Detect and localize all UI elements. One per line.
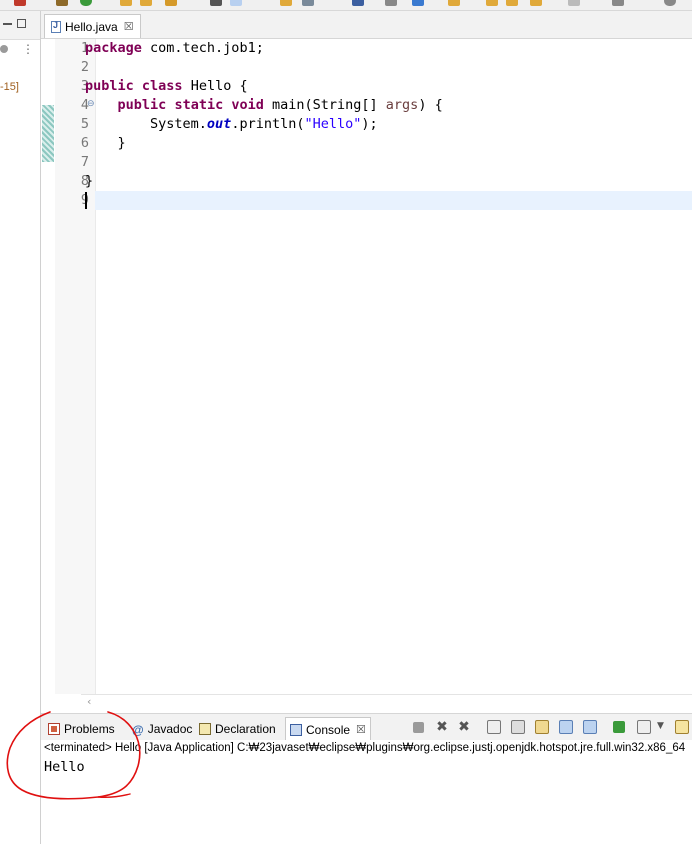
code-token: args	[385, 97, 419, 113]
console-icon	[290, 723, 302, 736]
search-icon[interactable]	[664, 0, 676, 6]
tab-hello-java[interactable]: Hello.java ☒	[44, 14, 141, 38]
toolbar-icon[interactable]	[530, 0, 542, 6]
code-area[interactable]: package com.tech.job1; public class Hello…	[85, 39, 692, 694]
remove-all-icon[interactable]: ✖	[457, 720, 471, 734]
code-line: public static void main(String[] args) {	[85, 96, 443, 115]
link-editor-icon[interactable]	[0, 45, 8, 53]
editor-tab-bar: Hello.java ☒	[41, 11, 692, 39]
clear-console-icon[interactable]	[487, 720, 501, 734]
java-file-icon	[51, 20, 61, 33]
code-token: System.	[85, 116, 207, 132]
code-line: }	[85, 134, 126, 153]
declaration-icon	[199, 723, 211, 735]
horizontal-scrollbar[interactable]: ‹	[81, 694, 692, 709]
toolbar-icon[interactable]	[352, 0, 364, 6]
tree-item-label[interactable]: -15]	[0, 81, 19, 93]
toolbar-icon[interactable]	[14, 0, 26, 6]
close-icon[interactable]: ☒	[124, 20, 134, 33]
code-token: "Hello"	[304, 116, 362, 132]
toolbar-icon[interactable]	[448, 0, 460, 6]
toolbar-icon[interactable]	[210, 0, 222, 6]
toolbar-icon[interactable]	[612, 0, 624, 6]
code-token: .println(	[231, 116, 305, 132]
forward-icon[interactable]	[506, 0, 518, 6]
back-icon[interactable]	[486, 0, 498, 6]
toolbar-icon[interactable]	[302, 0, 314, 6]
code-token: package	[85, 40, 142, 56]
tab-label: Declaration	[215, 722, 276, 736]
show-console-on-error-icon[interactable]	[583, 720, 597, 734]
toolbar-icon[interactable]	[140, 0, 152, 6]
code-token: Hello {	[182, 78, 248, 94]
run-icon[interactable]	[80, 0, 92, 6]
code-token: class	[141, 78, 183, 94]
tab-declaration[interactable]: Declaration	[195, 717, 280, 741]
code-line: }	[85, 172, 93, 191]
code-token: }	[85, 173, 94, 189]
code-line: System.out.println("Hello");	[85, 115, 378, 134]
code-token: out	[206, 116, 232, 132]
toolbar-icon[interactable]	[120, 0, 132, 6]
chevron-down-icon[interactable]: ▼	[657, 721, 664, 731]
toolbar-icon[interactable]	[412, 0, 424, 6]
toolbar-icon[interactable]	[56, 0, 68, 6]
view-menu-icon[interactable]: ⋮	[22, 42, 34, 56]
code-token: ) {	[418, 97, 443, 113]
pin-console-icon[interactable]	[613, 721, 625, 733]
code-token: void	[231, 97, 264, 113]
display-console-icon[interactable]	[637, 720, 651, 734]
scroll-lock-icon[interactable]	[511, 720, 525, 734]
close-icon[interactable]: ☒	[356, 723, 366, 736]
word-wrap-icon[interactable]	[535, 720, 549, 734]
maximize-icon[interactable]	[17, 19, 26, 28]
minimize-icon[interactable]	[3, 23, 12, 25]
code-token: com.tech.job1;	[141, 40, 264, 56]
left-panel-header	[0, 11, 40, 40]
toolbar-icon[interactable]	[385, 0, 397, 6]
code-token: main(String[]	[263, 97, 386, 113]
tab-label: Console	[306, 722, 351, 737]
main-toolbar	[0, 0, 692, 11]
remove-launch-icon[interactable]: ✖	[435, 720, 449, 734]
toolbar-icon[interactable]	[280, 0, 292, 6]
code-token: );	[361, 116, 378, 132]
show-console-on-output-icon[interactable]	[559, 720, 573, 734]
text-caret	[85, 192, 87, 209]
toolbar-icon[interactable]	[568, 0, 580, 6]
change-marker	[42, 105, 54, 162]
toolbar-icon[interactable]	[165, 0, 177, 6]
code-token: }	[85, 135, 126, 151]
code-token: public	[85, 78, 134, 94]
code-line: public class Hello {	[85, 77, 248, 96]
annotation-circle	[6, 711, 141, 800]
tab-label: Hello.java	[65, 19, 118, 34]
toolbar-icon[interactable]	[230, 0, 242, 6]
code-token: static	[174, 97, 224, 113]
new-console-icon[interactable]	[675, 720, 689, 734]
code-editor[interactable]: 1234⊖56789 package com.tech.job1;public …	[41, 39, 692, 694]
terminate-icon[interactable]	[413, 722, 424, 733]
tab-console[interactable]: Console ☒	[285, 717, 371, 741]
code-token: public	[117, 97, 167, 113]
code-line: package com.tech.job1;	[85, 39, 264, 58]
change-gutter	[41, 39, 55, 694]
